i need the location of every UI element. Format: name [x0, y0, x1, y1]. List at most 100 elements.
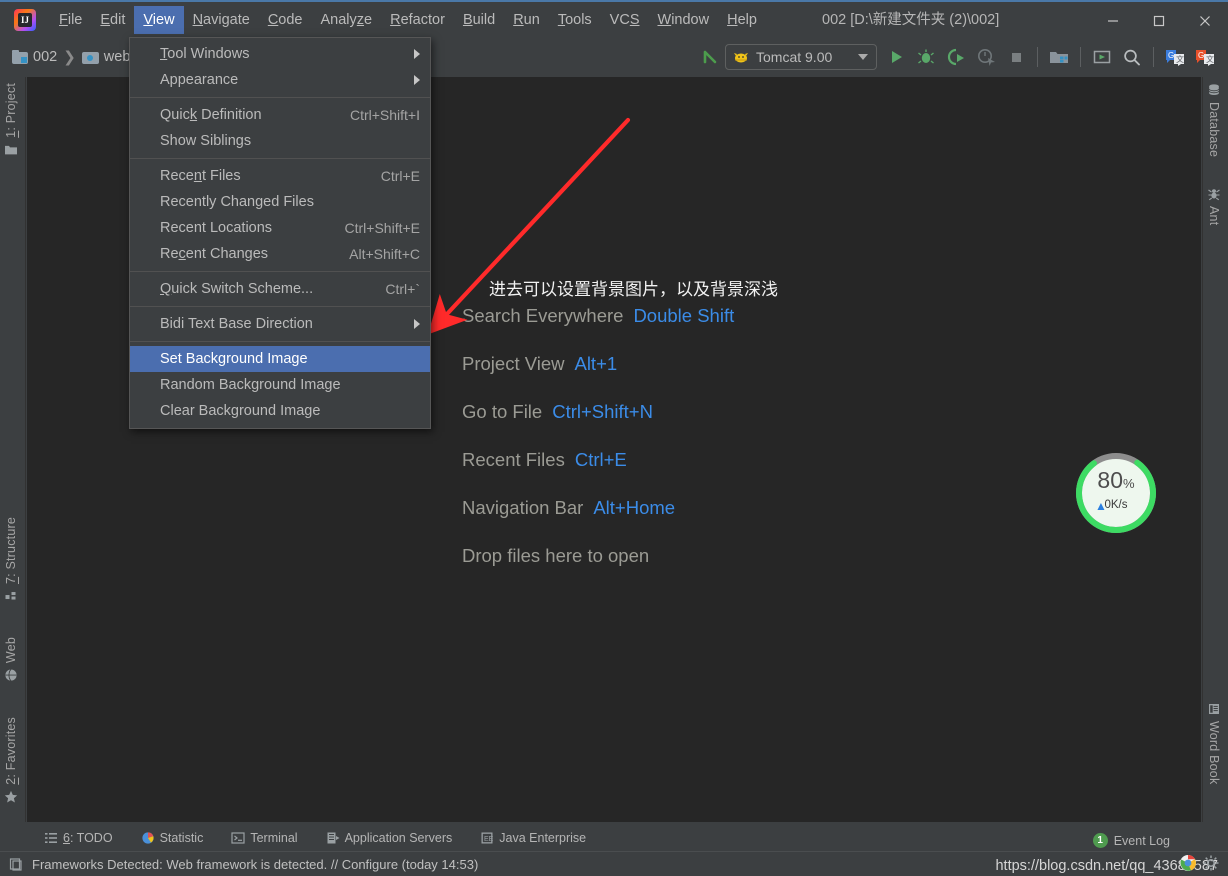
menu-item-quick-definition[interactable]: Quick Definition Ctrl+Shift+I — [130, 102, 430, 128]
svg-text:文: 文 — [1176, 54, 1184, 64]
sidebar-item-favorites[interactable]: 2: Favorites — [4, 717, 18, 804]
menu-analyze[interactable]: Analyze — [312, 6, 382, 34]
menu-item-recently-changed-files-label: Recently Changed Files — [160, 194, 314, 210]
menu-help[interactable]: Help — [718, 6, 766, 34]
menu-tools[interactable]: Tools — [549, 6, 601, 34]
network-percent-unit: % — [1123, 476, 1135, 491]
svg-text:G: G — [1168, 51, 1174, 60]
breadcrumb-item-web[interactable]: web — [81, 49, 131, 65]
google-translate-button[interactable]: G 文 — [1160, 43, 1190, 71]
breadcrumb-label-1: web — [103, 49, 131, 65]
status-bar-right-icons — [1178, 853, 1220, 873]
menu-item-set-background-image[interactable]: Set Background Image — [130, 346, 430, 372]
menu-item-bidi-text-base-direction[interactable]: Bidi Text Base Direction — [130, 311, 430, 337]
menu-separator-2 — [130, 158, 430, 159]
intellij-idea-window: IJ FFileile Edit View Navigate Code Anal… — [0, 0, 1228, 876]
menu-separator-3 — [130, 271, 430, 272]
run-configuration-selector[interactable]: Tomcat 9.00 — [725, 44, 877, 70]
menu-item-recent-files[interactable]: Recent Files Ctrl+E — [130, 163, 430, 189]
menu-item-recent-files-label: Recent Files — [160, 168, 241, 184]
menu-item-recent-locations[interactable]: Recent Locations Ctrl+Shift+E — [130, 215, 430, 241]
menu-item-recently-changed-files[interactable]: Recently Changed Files — [130, 189, 430, 215]
debug-button[interactable] — [911, 43, 941, 71]
menu-item-tool-windows[interactable]: Tool Windows — [130, 41, 430, 67]
database-icon — [1208, 84, 1220, 95]
hint-row-recent-files: Recent Files Ctrl+E — [462, 449, 734, 471]
menu-item-show-siblings[interactable]: Show Siblings — [130, 128, 430, 154]
sidebar-item-project[interactable]: 1: Project — [4, 83, 18, 157]
hint-row-search-everywhere: Search Everywhere Double Shift — [462, 305, 734, 327]
hint-key-1: Alt+1 — [574, 353, 618, 374]
menu-item-recent-locations-accel: Ctrl+Shift+E — [344, 220, 420, 236]
menu-file[interactable]: FFileile — [50, 6, 91, 34]
update-app-button[interactable] — [1087, 43, 1117, 71]
menu-window[interactable]: Window — [649, 6, 719, 34]
stop-button[interactable] — [1001, 43, 1031, 71]
ant-icon — [1208, 189, 1220, 201]
menu-code[interactable]: Code — [259, 6, 312, 34]
status-item-todo[interactable]: 6: TODO — [44, 831, 113, 845]
menu-item-recent-files-accel: Ctrl+E — [380, 168, 420, 184]
svg-text:G: G — [1198, 51, 1204, 60]
menu-edit[interactable]: Edit — [91, 6, 134, 34]
maximize-icon[interactable] — [1136, 2, 1182, 39]
minimize-icon[interactable] — [1090, 2, 1136, 39]
status-item-statistic[interactable]: Statistic — [141, 831, 203, 845]
menu-view[interactable]: View — [134, 5, 184, 34]
svg-text:EE: EE — [484, 836, 494, 843]
menu-item-bidi-label: Bidi Text Base Direction — [160, 316, 313, 332]
submenu-arrow-icon-2 — [414, 75, 420, 85]
sidebar-item-ant[interactable]: Ant — [1207, 187, 1221, 225]
sidebar-item-word-book[interactable]: Word Book — [1207, 702, 1221, 784]
breadcrumb: 002 ❯ web — [12, 48, 130, 66]
menu-item-quick-definition-accel: Ctrl+Shift+I — [349, 107, 420, 123]
hint-key-0: Double Shift — [633, 305, 735, 326]
menu-vcs[interactable]: VCS — [601, 6, 649, 34]
status-item-application-servers[interactable]: Application Servers — [326, 831, 452, 845]
sidebar-item-web[interactable]: Web — [4, 637, 18, 682]
menu-item-quick-switch-scheme[interactable]: Quick Switch Scheme... Ctrl+` — [130, 276, 430, 302]
hint-label-5: Drop files here to open — [462, 545, 650, 566]
menu-refactor[interactable]: Refactor — [381, 6, 454, 34]
hint-row-drop-files: Drop files here to open — [462, 545, 734, 567]
status-bar-tool-buttons: 6: TODO Statistic Terminal Application S… — [0, 825, 1228, 851]
gear-icon[interactable] — [1202, 854, 1220, 872]
sidebar-item-database[interactable]: Database — [1207, 83, 1221, 157]
globe-icon — [5, 669, 17, 682]
chevron-down-icon[interactable] — [858, 54, 868, 60]
menu-item-clear-background-image[interactable]: Clear Background Image — [130, 398, 430, 424]
run-coverage-button[interactable] — [941, 43, 971, 71]
run-button[interactable] — [881, 43, 911, 71]
menu-build[interactable]: Build — [454, 6, 504, 34]
sidebar-item-structure[interactable]: 7: Structure — [4, 517, 18, 603]
menu-item-recent-changes-accel: Alt+Shift+C — [349, 246, 420, 262]
close-icon[interactable] — [1182, 2, 1228, 39]
status-item-java-enterprise[interactable]: EE Java Enterprise — [480, 831, 586, 845]
menu-item-random-background-image[interactable]: Random Background Image — [130, 372, 430, 398]
hint-label-1: Project View — [462, 353, 565, 374]
event-log-button[interactable]: 1 Event Log — [1092, 833, 1170, 848]
sidebar-label-ant: Ant — [1207, 206, 1221, 226]
sidebar-label-favorites: 2: Favorites — [4, 717, 18, 785]
menu-item-recent-changes[interactable]: Recent Changes Alt+Shift+C — [130, 241, 430, 267]
status-item-terminal[interactable]: Terminal — [231, 831, 298, 845]
toolbar-divider-3 — [1153, 47, 1154, 67]
java-enterprise-icon: EE — [481, 832, 494, 844]
back-arrow-icon[interactable] — [695, 43, 725, 71]
hint-key-2: Ctrl+Shift+N — [552, 401, 653, 422]
network-percent: 80% — [1072, 467, 1160, 494]
breadcrumb-item-project[interactable]: 002 ❯ — [12, 48, 82, 66]
search-everywhere-button[interactable] — [1117, 43, 1147, 71]
menu-item-random-background-image-label: Random Background Image — [160, 377, 341, 393]
menu-item-appearance[interactable]: Appearance — [130, 67, 430, 93]
chrome-icon[interactable] — [1178, 853, 1198, 873]
status-label-java-enterprise: Java Enterprise — [499, 831, 587, 845]
menu-navigate[interactable]: Navigate — [184, 6, 259, 34]
project-structure-button[interactable] — [1044, 43, 1074, 71]
network-speed-widget[interactable]: 80% ▲ 0K/s — [1072, 449, 1160, 537]
menu-run[interactable]: Run — [504, 6, 549, 34]
profile-button[interactable] — [971, 43, 1001, 71]
menu-separator-4 — [130, 306, 430, 307]
translate-alt-button[interactable]: G 文 — [1190, 43, 1220, 71]
hint-label-4: Navigation Bar — [462, 497, 584, 518]
